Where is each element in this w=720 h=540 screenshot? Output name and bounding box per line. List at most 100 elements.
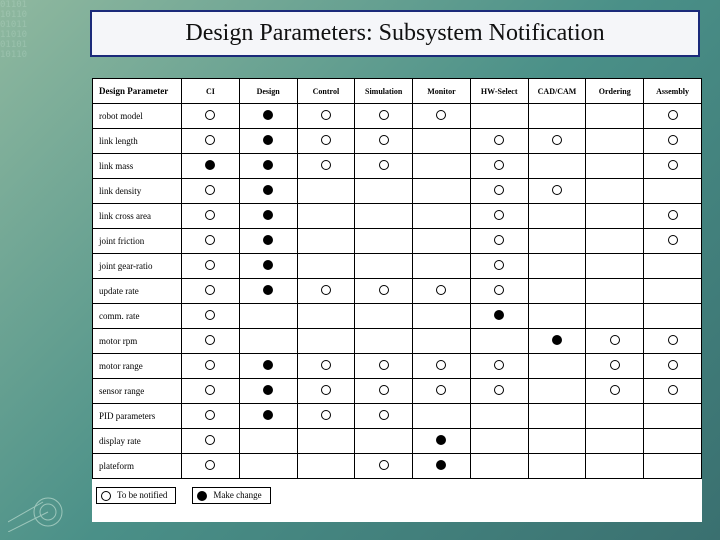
- mark-cell: [239, 254, 297, 279]
- filled-circle-icon: [263, 235, 273, 245]
- open-circle-icon: [379, 160, 389, 170]
- open-circle-icon: [668, 110, 678, 120]
- mark-cell: [239, 329, 297, 354]
- param-name-cell: link length: [93, 129, 182, 154]
- open-circle-icon: [552, 185, 562, 195]
- open-circle-icon: [205, 385, 215, 395]
- mark-cell: [470, 279, 528, 304]
- mark-cell: [644, 104, 702, 129]
- legend-filled-label: Make change: [213, 490, 261, 500]
- open-circle-icon: [552, 135, 562, 145]
- mark-cell: [239, 404, 297, 429]
- mark-cell: [470, 429, 528, 454]
- legend: To be notified Make change: [92, 485, 702, 504]
- mark-cell: [586, 454, 644, 479]
- mark-cell: [470, 354, 528, 379]
- open-circle-icon: [494, 185, 504, 195]
- param-name-cell: robot model: [93, 104, 182, 129]
- param-name-cell: joint friction: [93, 229, 182, 254]
- bg-binary-pattern: 01101 10110 01011 11010 01101 10110: [0, 0, 60, 120]
- legend-open: To be notified: [96, 487, 176, 504]
- table-row: motor range: [93, 354, 702, 379]
- open-circle-icon: [610, 335, 620, 345]
- mark-cell: [355, 229, 413, 254]
- mark-cell: [182, 304, 240, 329]
- table-row: link length: [93, 129, 702, 154]
- mark-cell: [528, 354, 586, 379]
- filled-circle-icon: [263, 385, 273, 395]
- mark-cell: [413, 104, 471, 129]
- param-name-cell: PID parameters: [93, 404, 182, 429]
- filled-circle-icon: [263, 360, 273, 370]
- filled-circle-icon: [436, 435, 446, 445]
- open-circle-icon: [205, 310, 215, 320]
- mark-cell: [528, 454, 586, 479]
- open-circle-icon: [321, 110, 331, 120]
- open-circle-icon: [101, 491, 111, 501]
- mark-cell: [182, 129, 240, 154]
- param-name-cell: sensor range: [93, 379, 182, 404]
- legend-filled: Make change: [192, 487, 270, 504]
- mark-cell: [413, 404, 471, 429]
- param-name-cell: link density: [93, 179, 182, 204]
- filled-circle-icon: [494, 310, 504, 320]
- filled-circle-icon: [263, 410, 273, 420]
- mark-cell: [528, 104, 586, 129]
- mark-cell: [413, 154, 471, 179]
- mark-cell: [297, 104, 355, 129]
- mark-cell: [644, 304, 702, 329]
- open-circle-icon: [205, 210, 215, 220]
- table-row: link mass: [93, 154, 702, 179]
- mark-cell: [644, 254, 702, 279]
- mark-cell: [297, 404, 355, 429]
- mark-cell: [586, 204, 644, 229]
- mark-cell: [644, 179, 702, 204]
- mark-cell: [586, 229, 644, 254]
- open-circle-icon: [205, 185, 215, 195]
- col-header: Design: [239, 79, 297, 104]
- mark-cell: [297, 329, 355, 354]
- open-circle-icon: [494, 135, 504, 145]
- mark-cell: [297, 254, 355, 279]
- mark-cell: [182, 404, 240, 429]
- mark-cell: [413, 204, 471, 229]
- mark-cell: [239, 129, 297, 154]
- mark-cell: [297, 129, 355, 154]
- col-header: HW-Select: [470, 79, 528, 104]
- mark-cell: [355, 304, 413, 329]
- col-header: Monitor: [413, 79, 471, 104]
- table-row: joint gear-ratio: [93, 254, 702, 279]
- mark-cell: [586, 304, 644, 329]
- open-circle-icon: [205, 360, 215, 370]
- param-name-cell: display rate: [93, 429, 182, 454]
- mark-cell: [586, 404, 644, 429]
- table-header-row: Design ParameterCIDesignControlSimulatio…: [93, 79, 702, 104]
- open-circle-icon: [668, 385, 678, 395]
- mark-cell: [182, 354, 240, 379]
- open-circle-icon: [205, 285, 215, 295]
- col-header: Ordering: [586, 79, 644, 104]
- open-circle-icon: [205, 235, 215, 245]
- mark-cell: [470, 229, 528, 254]
- corner-decoration-icon: [8, 472, 68, 532]
- table-body: robot modellink lengthlink masslink dens…: [93, 104, 702, 479]
- open-circle-icon: [321, 360, 331, 370]
- mark-cell: [413, 379, 471, 404]
- mark-cell: [355, 354, 413, 379]
- mark-cell: [586, 154, 644, 179]
- open-circle-icon: [436, 360, 446, 370]
- mark-cell: [239, 104, 297, 129]
- mark-cell: [297, 204, 355, 229]
- table-row: display rate: [93, 429, 702, 454]
- open-circle-icon: [436, 110, 446, 120]
- mark-cell: [470, 204, 528, 229]
- mark-cell: [586, 104, 644, 129]
- mark-cell: [355, 404, 413, 429]
- mark-cell: [355, 129, 413, 154]
- mark-cell: [528, 379, 586, 404]
- mark-cell: [182, 104, 240, 129]
- mark-cell: [239, 354, 297, 379]
- open-circle-icon: [668, 335, 678, 345]
- open-circle-icon: [321, 410, 331, 420]
- mark-cell: [470, 304, 528, 329]
